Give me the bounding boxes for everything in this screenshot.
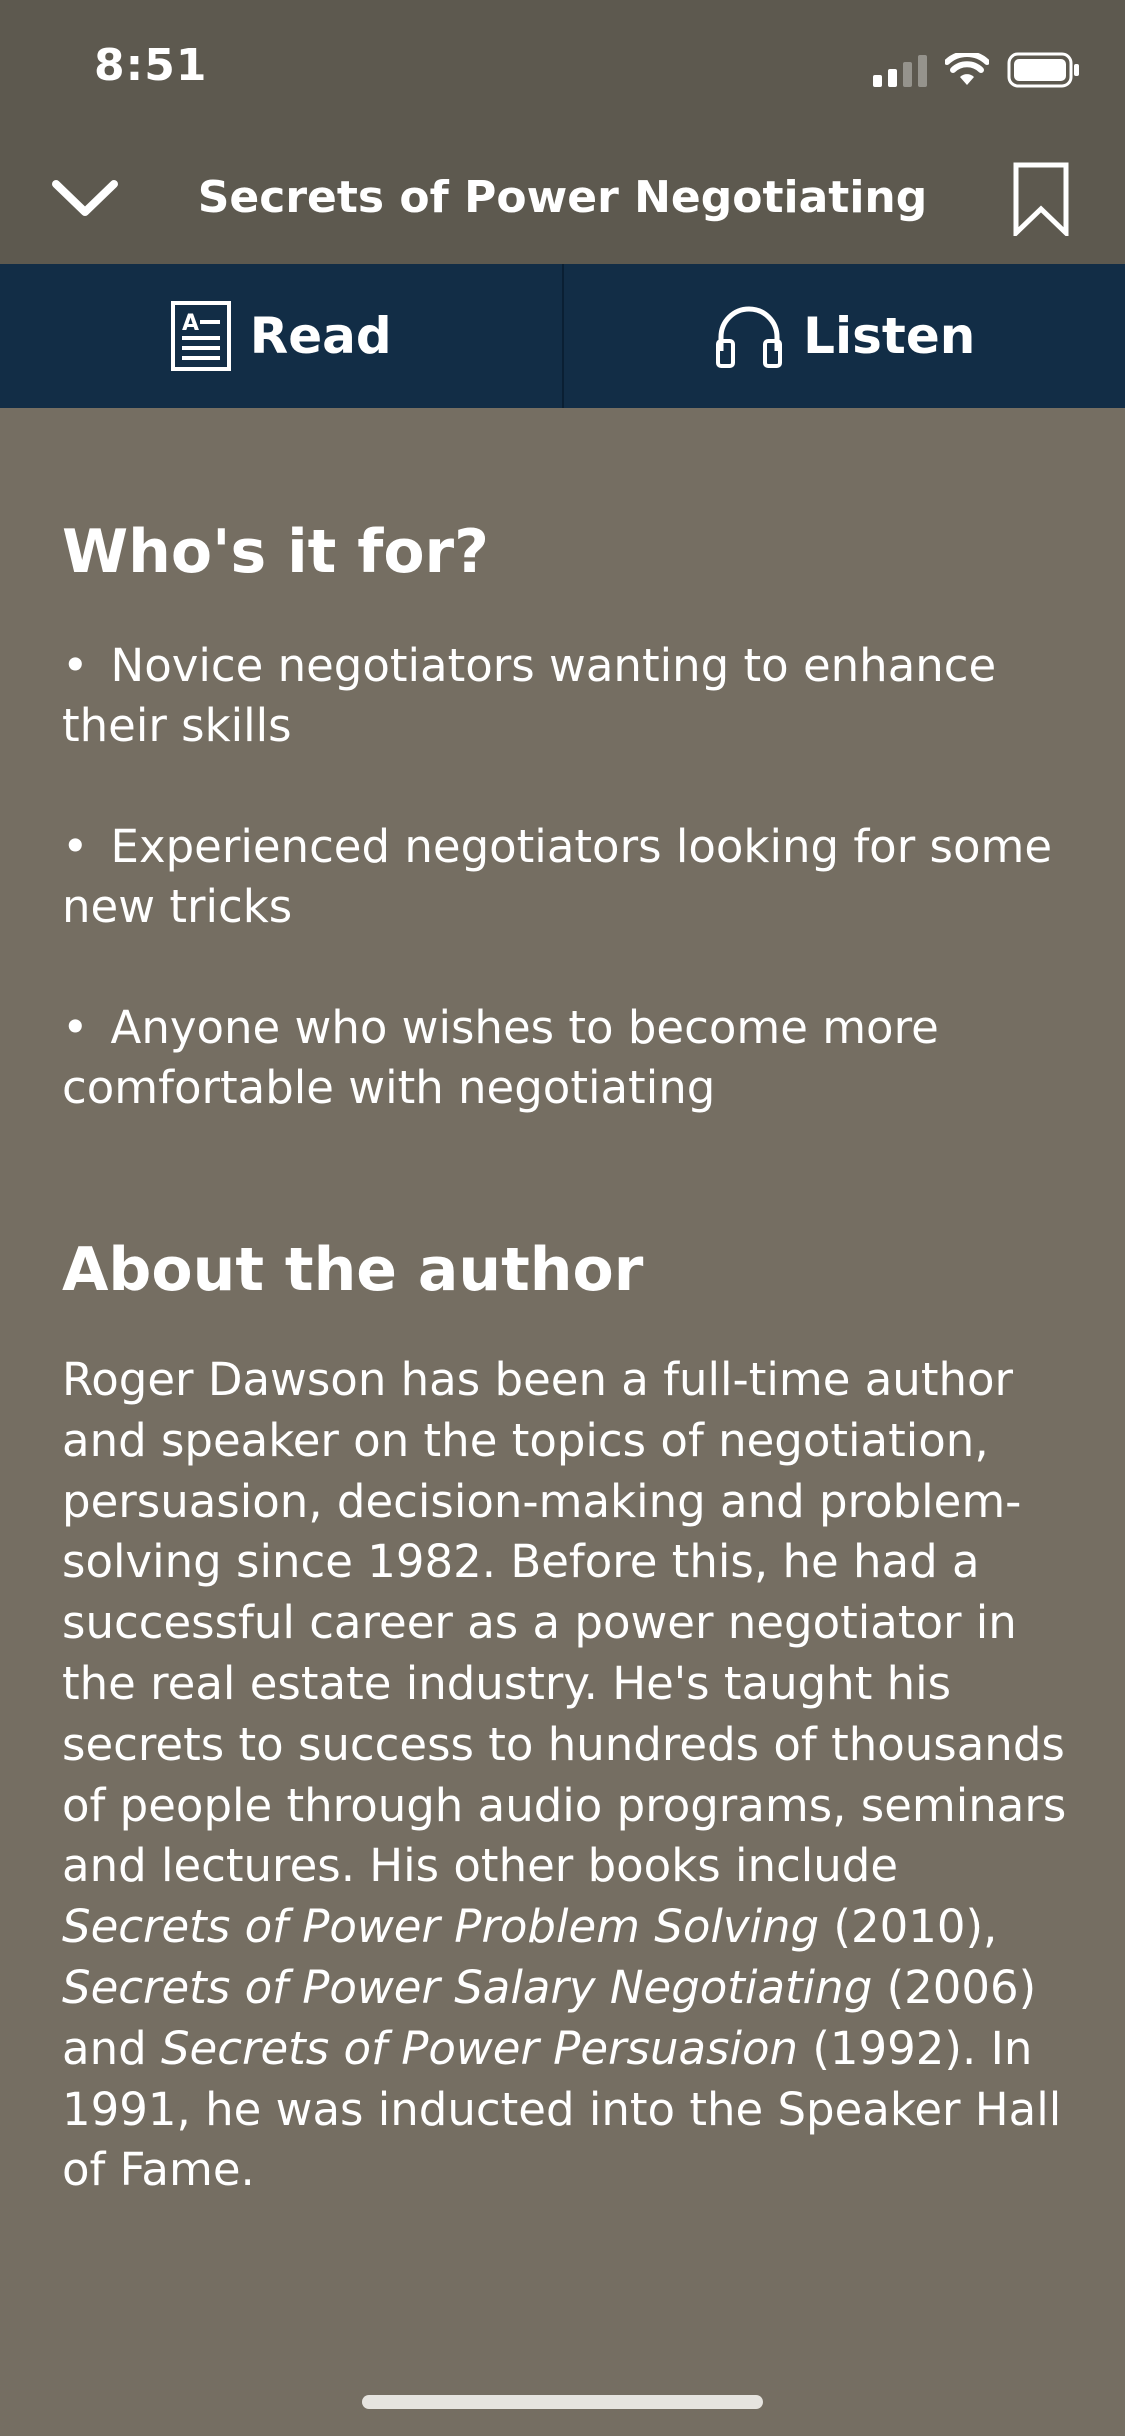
nav-bar: Secrets of Power Negotiating bbox=[0, 150, 1125, 250]
list-item: • Novice negotiators wanting to enhance t… bbox=[62, 636, 1072, 756]
whos-it-for-heading: Who's it for? bbox=[62, 517, 489, 587]
book-title: Secrets of Power Problem Solving bbox=[62, 1900, 820, 1954]
list-item-text: Experienced negotiators looking for some… bbox=[62, 820, 1053, 933]
status-time: 8:51 bbox=[94, 40, 208, 91]
tab-listen[interactable]: Listen bbox=[561, 264, 1125, 408]
battery-icon bbox=[1007, 52, 1079, 88]
bullet-icon: • bbox=[62, 639, 89, 692]
bookmark-icon[interactable] bbox=[1013, 162, 1069, 236]
summary-content: Who's it for? • Novice negotiators wantin… bbox=[62, 510, 1072, 2201]
tab-listen-label: Listen bbox=[803, 307, 976, 365]
bio-text: (2010), bbox=[819, 1900, 998, 1954]
list-item-text: Anyone who wishes to become more comfort… bbox=[62, 1001, 939, 1114]
bullet-icon: • bbox=[62, 820, 89, 873]
book-title: Secrets of Power Salary Negotiating bbox=[62, 1960, 873, 2014]
wifi-icon bbox=[945, 53, 989, 85]
document-icon: A bbox=[170, 301, 231, 371]
list-item-text: Novice negotiators wanting to enhance th… bbox=[62, 639, 997, 752]
top-bar: 8:51 Secrets of Power Negotiating bbox=[0, 0, 1125, 264]
author-bio: Roger Dawson has been a full-time author… bbox=[62, 1350, 1072, 2201]
about-author-heading: About the author bbox=[62, 1235, 644, 1305]
cellular-signal-icon bbox=[873, 53, 927, 87]
list-item: • Anyone who wishes to become more comfor… bbox=[62, 998, 1072, 1118]
svg-text:A: A bbox=[182, 311, 199, 336]
tab-read-label: Read bbox=[249, 307, 392, 365]
home-indicator[interactable] bbox=[362, 2395, 763, 2409]
bullet-icon: • bbox=[62, 1001, 89, 1054]
headphones-icon bbox=[716, 306, 783, 368]
book-title: Secrets of Power Persuasion bbox=[160, 2021, 799, 2075]
page-title: Secrets of Power Negotiating bbox=[197, 172, 928, 223]
mode-tabs: A Read Listen bbox=[0, 264, 1125, 408]
tab-read[interactable]: A Read bbox=[0, 264, 562, 408]
list-item: • Experienced negotiators looking for som… bbox=[62, 817, 1072, 937]
status-icons bbox=[873, 50, 1081, 90]
bio-text: Roger Dawson has been a full-time author… bbox=[62, 1353, 1067, 1893]
